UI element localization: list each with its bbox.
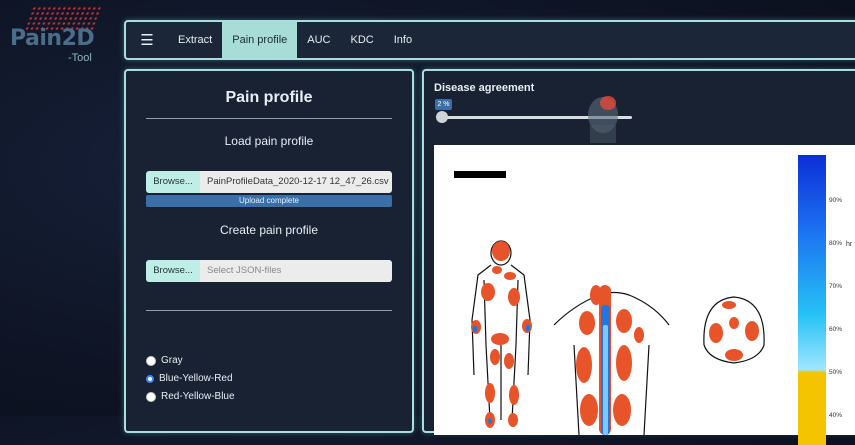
colorbar-tick: 50% [829, 369, 843, 376]
radio-blue-yellow-red[interactable]: Blue-Yellow-Red [146, 373, 233, 384]
back-body-figure [553, 291, 670, 435]
create-file-input: Browse... Select JSON-files [146, 260, 392, 282]
colorbar [798, 155, 826, 445]
body-figures [471, 240, 765, 435]
tab-pain-profile[interactable]: Pain profile [222, 22, 298, 58]
radio-label: Red-Yellow-Blue [161, 391, 235, 402]
radio-gray[interactable]: Gray [146, 355, 183, 366]
create-browse-button[interactable]: Browse... [146, 260, 200, 282]
pain-profile-panel: Pain profile Load pain profile Browse...… [124, 69, 414, 433]
radio-button[interactable] [146, 391, 156, 402]
slider-handle[interactable] [436, 111, 448, 123]
colorbar-tick: 90% [829, 197, 843, 204]
colorbar-tick: 60% [829, 326, 843, 333]
tab-extract[interactable]: Extract [168, 22, 222, 58]
panel-title: Disease agreement [434, 82, 535, 94]
disease-agreement-panel: Disease agreement 2 % 90% 80% 70% 60% 50… [422, 69, 855, 445]
tab-auc[interactable]: AUC [297, 22, 340, 58]
colorbar-label: hr [846, 241, 853, 248]
radio-button[interactable] [146, 374, 154, 383]
upload-progress-bar: Upload complete [146, 195, 392, 207]
logo-title: Pain2D [10, 26, 95, 51]
load-heading: Load pain profile [224, 134, 314, 148]
colorbar-tick: 70% [829, 283, 843, 290]
slider-value-badge: 2 % [435, 99, 452, 110]
radio-label: Gray [161, 355, 183, 366]
head-thumbnail-icon [588, 96, 618, 143]
tab-kdc[interactable]: KDC [341, 22, 384, 58]
hamburger-icon[interactable]: ☰ [126, 31, 168, 49]
tab-info[interactable]: Info [384, 22, 422, 58]
radio-label: Blue-Yellow-Red [159, 373, 233, 384]
radio-red-yellow-blue[interactable]: Red-Yellow-Blue [146, 391, 235, 402]
load-browse-button[interactable]: Browse... [146, 171, 200, 193]
create-file-placeholder[interactable]: Select JSON-files [200, 260, 392, 282]
navbar: ☰ Extract Pain profile AUC KDC Info [124, 20, 855, 60]
pain-map-canvas: 90% 80% 70% 60% 50% 40% hr [434, 145, 855, 445]
colorbar-tick: 80% [829, 240, 843, 247]
app-logo: Pain2D -Tool [8, 4, 118, 64]
logo-subtitle: -Tool [68, 52, 92, 64]
divider [146, 310, 392, 311]
head-pain-regions [709, 301, 759, 361]
load-file-name[interactable]: PainProfileData_2020-12-17 12_47_26.csv [200, 171, 392, 193]
panel-title: Pain profile [225, 89, 313, 106]
create-heading: Create pain profile [219, 223, 319, 237]
radio-button[interactable] [146, 355, 156, 366]
divider [146, 118, 392, 119]
load-file-input: Browse... PainProfileData_2020-12-17 12_… [146, 171, 392, 193]
